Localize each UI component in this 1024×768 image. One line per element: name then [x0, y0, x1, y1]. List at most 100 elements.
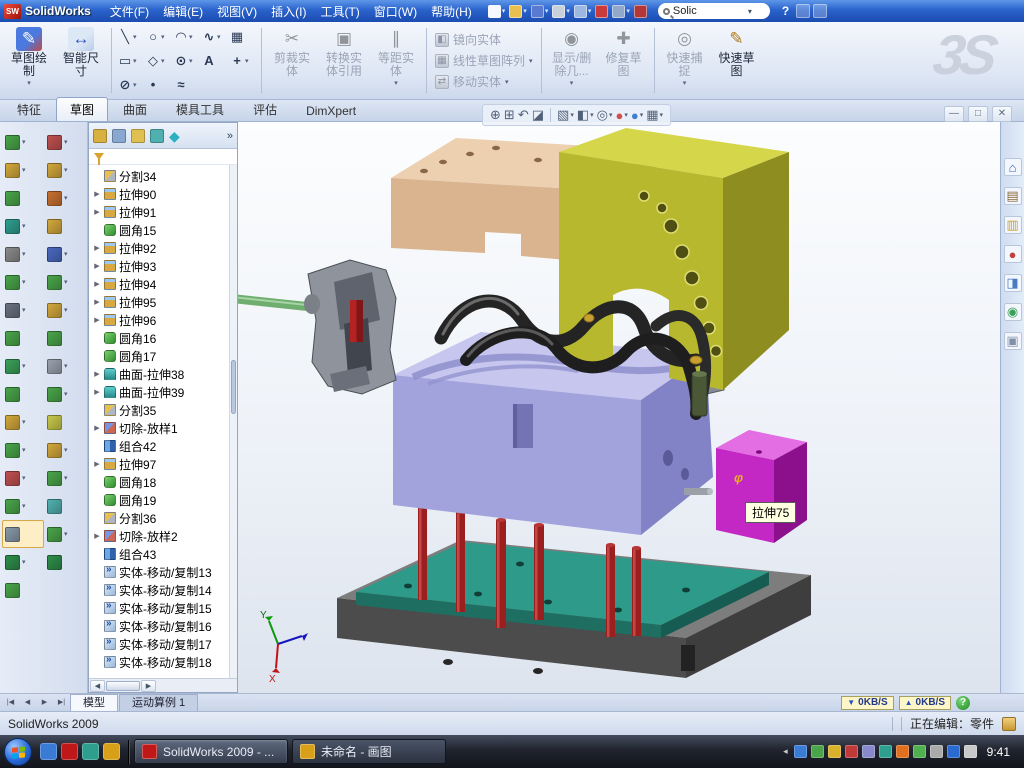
feature-tree-item[interactable]: 圆角15 [89, 221, 237, 239]
scrollbar-thumb[interactable] [231, 360, 236, 414]
menu-item-4[interactable]: 插入(I) [264, 0, 313, 23]
graphics-area[interactable]: φ Y X 拉伸75 [238, 122, 1000, 693]
left-a-tool-icon-12[interactable]: ▾ [2, 436, 44, 464]
appearances-scenes-icon[interactable]: ◉ [1004, 303, 1022, 321]
dropdown-arrow-icon[interactable]: ▾ [566, 7, 570, 15]
left-a-tool-icon-8[interactable] [2, 324, 44, 352]
dropdown-arrow-icon[interactable]: ▾ [22, 418, 26, 426]
left-b-tool-icon-11[interactable] [44, 408, 86, 436]
edit-appearance-icon[interactable]: ●▾ [616, 108, 628, 123]
restore-document-button[interactable]: □ [968, 106, 988, 122]
dropdown-arrow-icon[interactable]: ▾ [64, 250, 68, 258]
trim-entities-button[interactable]: ✂剪裁实体 [267, 25, 317, 96]
dropdown-arrow-icon[interactable]: ▾ [588, 7, 592, 15]
configurationmanager-tab-icon[interactable] [131, 129, 145, 143]
dropdown-arrow-icon[interactable]: ▾ [609, 111, 613, 119]
rectangle-tool-icon[interactable]: ▭▾ [117, 49, 144, 73]
feature-tree-item[interactable]: 圆角16 [89, 329, 237, 347]
feature-tree-item[interactable]: 分割35 [89, 401, 237, 419]
left-a-tool-icon-16[interactable]: ▾ [2, 548, 44, 576]
mirror-entities-button[interactable]: ◧镜向实体 [435, 31, 533, 48]
feature-tree-item[interactable]: ▶拉伸93 [89, 257, 237, 275]
feature-tree-item[interactable]: ▶切除-放样1 [89, 419, 237, 437]
menu-item-1[interactable]: 文件(F) [103, 0, 156, 23]
dropdown-arrow-icon[interactable]: ▾ [523, 7, 527, 15]
dropdown-arrow-icon[interactable]: ▾ [22, 138, 26, 146]
dropdown-arrow-icon[interactable]: ▾ [64, 306, 68, 314]
dropdown-arrow-icon[interactable]: ▾ [624, 111, 628, 119]
menu-item-7[interactable]: 帮助(H) [424, 0, 479, 23]
search-input[interactable] [673, 5, 745, 17]
minimize-document-button[interactable]: — [944, 106, 964, 122]
feature-tree-item[interactable]: ▶拉伸91 [89, 203, 237, 221]
part-main-block[interactable] [393, 332, 713, 535]
dropdown-arrow-icon[interactable]: ▾ [64, 138, 68, 146]
rebuild-icon[interactable] [594, 4, 609, 19]
doc-tab-模型[interactable]: 模型 [70, 694, 118, 711]
feature-tree-item[interactable]: ▶拉伸92 [89, 239, 237, 257]
dropdown-arrow-icon[interactable]: ▾ [133, 33, 137, 41]
left-a-tool-icon-5[interactable]: ▾ [2, 240, 44, 268]
dropdown-arrow-icon[interactable]: ▾ [161, 57, 165, 65]
expand-arrow-icon[interactable]: ▶ [93, 298, 101, 306]
dropdown-arrow-icon[interactable]: ▾ [22, 558, 26, 566]
left-a-tool-icon-1[interactable]: ▾ [2, 128, 44, 156]
dropdown-arrow-icon[interactable]: ▾ [570, 79, 574, 87]
propertymanager-tab-icon[interactable] [112, 129, 126, 143]
expand-arrow-icon[interactable]: ▶ [93, 460, 101, 468]
taskbar-button-1[interactable]: SolidWorks 2009 - ... [134, 739, 288, 764]
expand-arrow-icon[interactable]: ▶ [93, 388, 101, 396]
panel-overflow-button[interactable]: » [227, 130, 233, 142]
left-b-tool-icon-1[interactable]: ▾ [44, 128, 86, 156]
dropdown-arrow-icon[interactable]: ▾ [505, 78, 509, 86]
solidworks-resources-icon[interactable]: ⌂ [1004, 158, 1022, 176]
expand-arrow-icon[interactable]: ▶ [93, 190, 101, 198]
feature-tree-item[interactable]: ▶拉伸96 [89, 311, 237, 329]
tab-曲面[interactable]: 曲面 [109, 97, 161, 121]
search-results-icon[interactable]: ● [1004, 245, 1022, 263]
tray-icon-7[interactable] [896, 745, 909, 758]
left-a-tool-icon-10[interactable] [2, 380, 44, 408]
construction-geometry-tool-icon[interactable]: ≈ [173, 73, 200, 97]
tab-模具工具[interactable]: 模具工具 [162, 97, 238, 121]
polygon-tool-icon[interactable]: ◇▾ [145, 49, 172, 73]
dropdown-arrow-icon[interactable]: ▾ [245, 57, 249, 65]
hide-show-items-icon[interactable]: ◎▾ [597, 107, 613, 123]
left-a-tool-icon-15[interactable] [2, 520, 44, 548]
titlebar-extra-icon-1[interactable] [796, 4, 810, 18]
menu-item-2[interactable]: 编辑(E) [156, 0, 210, 23]
dropdown-arrow-icon[interactable]: ▾ [683, 79, 687, 87]
left-a-tool-icon-11[interactable]: ▾ [2, 408, 44, 436]
first-tab-button[interactable]: |◀ [2, 696, 19, 710]
tray-icon-5[interactable] [862, 745, 875, 758]
help-button[interactable]: ? [778, 4, 793, 18]
left-b-tool-icon-4[interactable] [44, 212, 86, 240]
feature-tree-item[interactable]: ▶拉伸90 [89, 185, 237, 203]
dropdown-arrow-icon[interactable]: ▾ [502, 7, 506, 15]
feature-tree-item[interactable]: 圆角19 [89, 491, 237, 509]
dropdown-arrow-icon[interactable]: ▾ [64, 362, 68, 370]
dimxpertmanager-tab-icon[interactable]: ◆ [169, 129, 180, 143]
previous-view-icon[interactable]: ↶ [518, 107, 529, 123]
file-explorer-icon[interactable]: ▥ [1004, 216, 1022, 234]
quick-snaps-button[interactable]: ◎快速捕捉▾ [660, 25, 710, 96]
tab-特征[interactable]: 特征 [3, 97, 55, 121]
dropdown-arrow-icon[interactable]: ▾ [22, 474, 26, 482]
sketch-pattern-tool-icon[interactable]: ▦ [229, 25, 256, 49]
menu-item-6[interactable]: 窗口(W) [367, 0, 424, 23]
feature-tree-item[interactable]: ▶切除-放样2 [89, 527, 237, 545]
part-magenta-block[interactable]: φ [716, 430, 807, 543]
displaymanager-tab-icon[interactable] [150, 129, 164, 143]
left-b-tool-icon-14[interactable] [44, 492, 86, 520]
expand-arrow-icon[interactable]: ▶ [93, 280, 101, 288]
dropdown-arrow-icon[interactable]: ▾ [22, 306, 26, 314]
dropdown-arrow-icon[interactable]: ▾ [660, 111, 664, 119]
expand-arrow-icon[interactable]: ▶ [93, 424, 101, 432]
view-settings-icon[interactable]: ▦▾ [646, 107, 663, 123]
menu-item-5[interactable]: 工具(T) [313, 0, 366, 23]
feature-tree-item[interactable]: 实体-移动/复制13 [89, 563, 237, 581]
feature-tree-item[interactable]: 分割34 [89, 167, 237, 185]
dropdown-arrow-icon[interactable]: ▾ [22, 250, 26, 258]
point-tool-icon[interactable]: +▾ [229, 49, 256, 73]
prev-tab-button[interactable]: ◀ [19, 696, 36, 710]
